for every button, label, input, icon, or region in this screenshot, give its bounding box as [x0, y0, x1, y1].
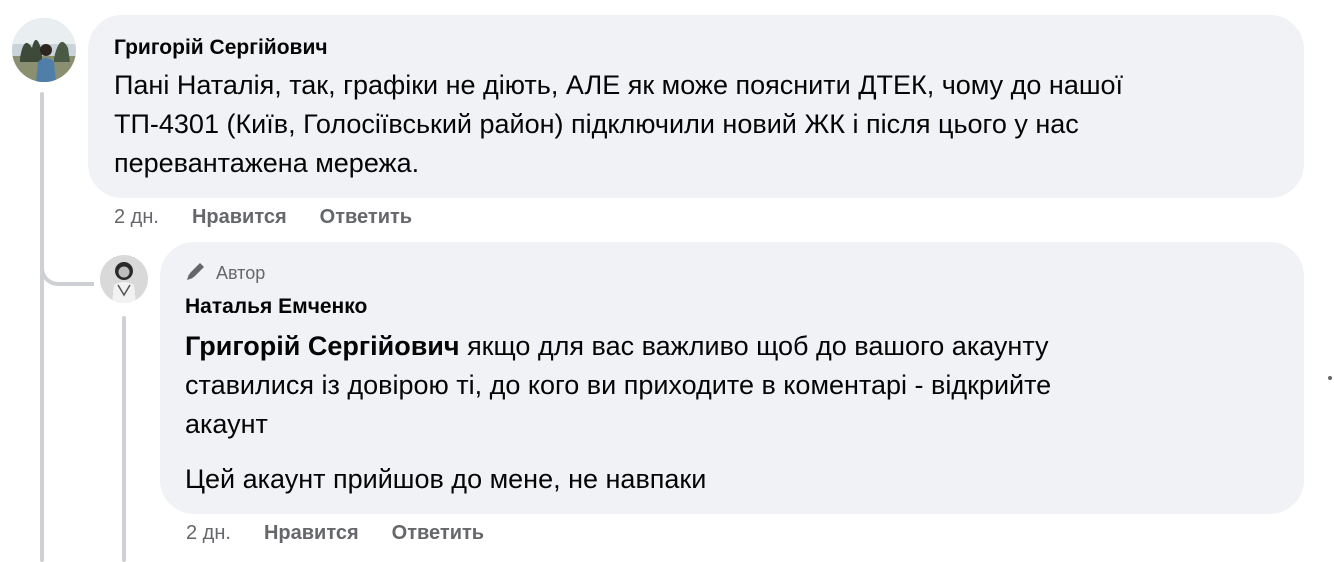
comment-text-line: Пані Наталія, так, графіки не діють, АЛЕ… [114, 70, 1124, 100]
comment-author-name[interactable]: Григорій Сергійович [114, 36, 328, 60]
mention-link[interactable]: Григорій Сергійович [185, 331, 460, 361]
more-options-icon[interactable] [1328, 376, 1332, 380]
comment-text-line: перевантажена мережа. [114, 148, 420, 178]
pen-icon [184, 259, 208, 288]
author-badge: Автор [184, 259, 265, 288]
thread-line [40, 92, 44, 562]
comment-actions: 2 дн. Нравится Ответить [114, 206, 412, 229]
comment-timestamp[interactable]: 2 дн. [114, 206, 159, 229]
reply-actions: 2 дн. Нравится Ответить [186, 522, 484, 545]
comment-bubble: Григорій Сергійович Пані Наталія, так, г… [88, 15, 1304, 198]
reply-text: Григорій Сергійович якщо для вас важливо… [185, 327, 1051, 444]
reply-bubble: Автор Наталья Емченко Григорій Сергійови… [160, 242, 1304, 514]
author-badge-label: Автор [216, 263, 266, 283]
reply-button[interactable]: Ответить [392, 522, 484, 545]
reply-button[interactable]: Ответить [320, 206, 412, 229]
like-button[interactable]: Нравится [192, 206, 287, 229]
reply-text-fragment: якщо для вас важливо щоб до вашого акаун… [459, 331, 1049, 361]
reply-text-line: Григорій Сергійович якщо для вас важливо… [185, 327, 1051, 366]
comment-text: Пані Наталія, так, графіки не діють, АЛЕ… [114, 66, 1123, 183]
thread-connector [40, 248, 94, 286]
comment-text-line: ТП-4301 (Київ, Голосіївський район) підк… [114, 109, 1079, 139]
avatar[interactable] [12, 18, 76, 82]
like-button[interactable]: Нравится [264, 522, 359, 545]
reply-paragraph: Цей акаунт прийшов до мене, не навпаки [185, 464, 707, 494]
previous-comment-fragment [250, 0, 1250, 2]
reply-author-name[interactable]: Наталья Емченко [185, 295, 367, 319]
reply-text-line: ставилися із довірою ті, до кого ви прих… [185, 370, 1052, 400]
reply-timestamp[interactable]: 2 дн. [186, 522, 231, 545]
reply-thread-line [122, 316, 126, 562]
reply-avatar[interactable] [100, 255, 148, 303]
reply-text-line: акаунт [185, 409, 268, 439]
